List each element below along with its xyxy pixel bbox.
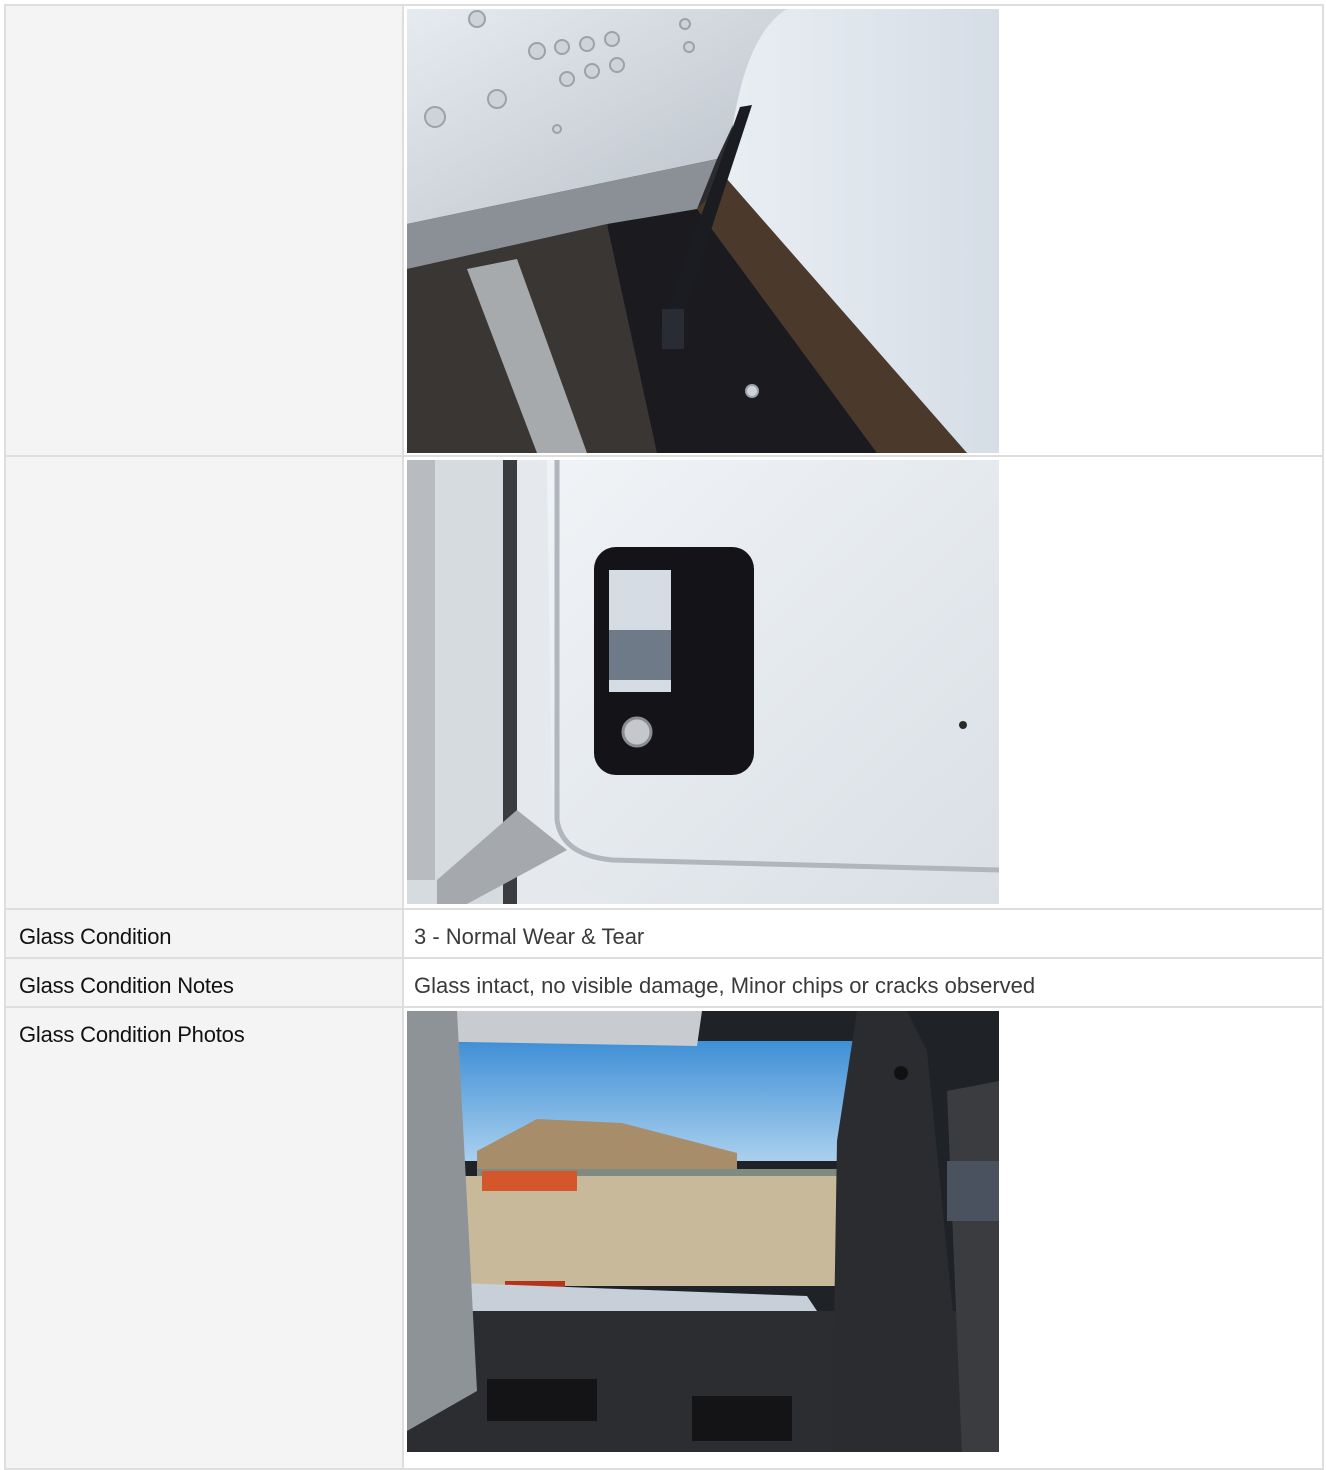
table-row — [4, 4, 1324, 457]
label-cell-empty — [4, 4, 404, 457]
value-cell: Glass intact, no visible damage, Minor c… — [402, 957, 1324, 1008]
value-cell: 3 - Normal Wear & Tear — [402, 908, 1324, 959]
glass-condition-value: 3 - Normal Wear & Tear — [414, 924, 645, 949]
photo-cell — [402, 1006, 1324, 1470]
label-cell: Glass Condition — [4, 908, 404, 959]
label-cell-empty — [4, 455, 404, 910]
label-cell: Glass Condition Photos — [4, 1006, 404, 1470]
door-hinge-image — [407, 9, 999, 453]
photo-door-handle[interactable] — [407, 460, 999, 904]
door-handle-image — [407, 460, 999, 904]
table-row — [4, 455, 1324, 910]
photo-cell — [402, 455, 1324, 910]
glass-condition-photos-label: Glass Condition Photos — [19, 1022, 245, 1047]
label-cell: Glass Condition Notes — [4, 957, 404, 1008]
inspection-table: Glass Condition 3 - Normal Wear & Tear G… — [4, 4, 1324, 1470]
glass-condition-label: Glass Condition — [19, 924, 172, 949]
glass-condition-notes-label: Glass Condition Notes — [19, 973, 234, 998]
photo-door-hinge[interactable] — [407, 9, 999, 453]
table-row: Glass Condition 3 - Normal Wear & Tear — [4, 908, 1324, 959]
table-row: Glass Condition Photos — [4, 1006, 1324, 1470]
windshield-view-image — [407, 1011, 999, 1452]
photo-windshield-view[interactable] — [407, 1011, 999, 1452]
glass-condition-notes-value: Glass intact, no visible damage, Minor c… — [414, 973, 1036, 998]
table-row: Glass Condition Notes Glass intact, no v… — [4, 957, 1324, 1008]
photo-cell — [402, 4, 1324, 457]
